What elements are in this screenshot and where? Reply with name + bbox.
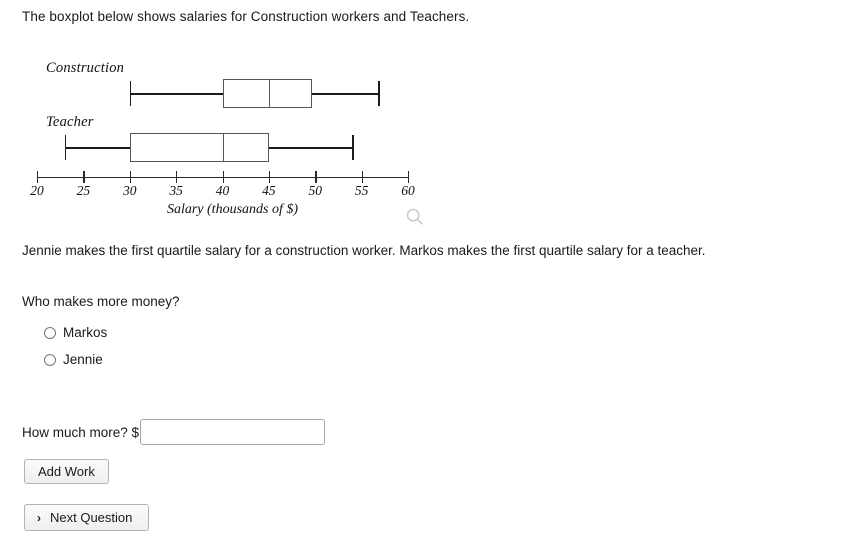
whisker-cap-max-construction [378,81,380,106]
x-tick-label: 25 [76,183,91,198]
choice-label-jennie: Jennie [63,352,103,367]
whisker-cap-max-teacher [352,135,354,160]
x-tick [315,171,317,183]
series-label-construction: Construction [46,60,125,76]
choice-label-markos: Markos [63,325,108,340]
x-tick [37,171,39,183]
series-label-teacher: Teacher [46,114,94,130]
x-tick-label: 50 [308,183,323,198]
x-tick-label: 55 [354,183,369,198]
amount-input[interactable] [140,419,326,445]
box-teacher [129,133,269,162]
x-tick [268,171,271,183]
x-axis: Salary (thousands of $) 20 25 30 35 40 45 50 55… [0,169,440,217]
boxplot-teacher [0,131,440,165]
question-text: Who makes more money? [22,294,180,309]
scenario-text: Jennie makes the first quartile salary f… [22,243,706,258]
how-much-more-row: How much more? $ [22,419,326,445]
x-tick-label: 20 [30,183,44,198]
x-tick [83,171,85,183]
whisker-cap-min-construction [129,81,132,106]
chevron-right-icon: › [37,510,41,525]
x-tick [408,171,410,183]
median-line-teacher [222,133,225,162]
whisker-right-teacher [268,147,353,149]
how-much-more-label: How much more? $ [22,424,140,440]
whisker-right-construction [311,93,379,95]
next-question-label: Next Question [50,510,133,525]
next-question-button[interactable]: › Next Question [24,504,150,531]
x-tick [176,171,178,183]
boxplot-construction [0,77,440,111]
choice-markos[interactable]: Markos [44,319,107,346]
boxplot-chart: Construction Teacher Salary (thousands o… [0,52,440,217]
answer-choices: Markos Jennie [44,319,107,373]
axis-title: Salary (thousands of $) [166,202,299,217]
median-line-construction [268,79,271,108]
x-tick-label: 45 [262,183,276,198]
whisker-left-teacher [64,147,130,149]
x-tick [222,171,224,183]
x-tick-label: 60 [401,183,415,198]
question-page: The boxplot below shows salaries for Con… [0,0,847,555]
x-tick [361,171,363,183]
page-title: The boxplot below shows salaries for Con… [22,9,470,24]
radio-icon-jennie[interactable] [44,353,56,366]
add-work-button[interactable]: Add Work [24,459,109,484]
search-icon[interactable] [404,206,426,228]
whisker-cap-min-teacher [64,135,67,160]
x-tick-label: 35 [169,183,183,198]
whisker-left-construction [129,93,223,95]
box-construction [222,79,312,108]
x-tick-label: 40 [215,183,230,198]
choice-jennie[interactable]: Jennie [44,346,107,373]
radio-icon-markos[interactable] [44,326,56,339]
x-tick [129,171,132,183]
x-tick-label: 30 [123,183,137,198]
